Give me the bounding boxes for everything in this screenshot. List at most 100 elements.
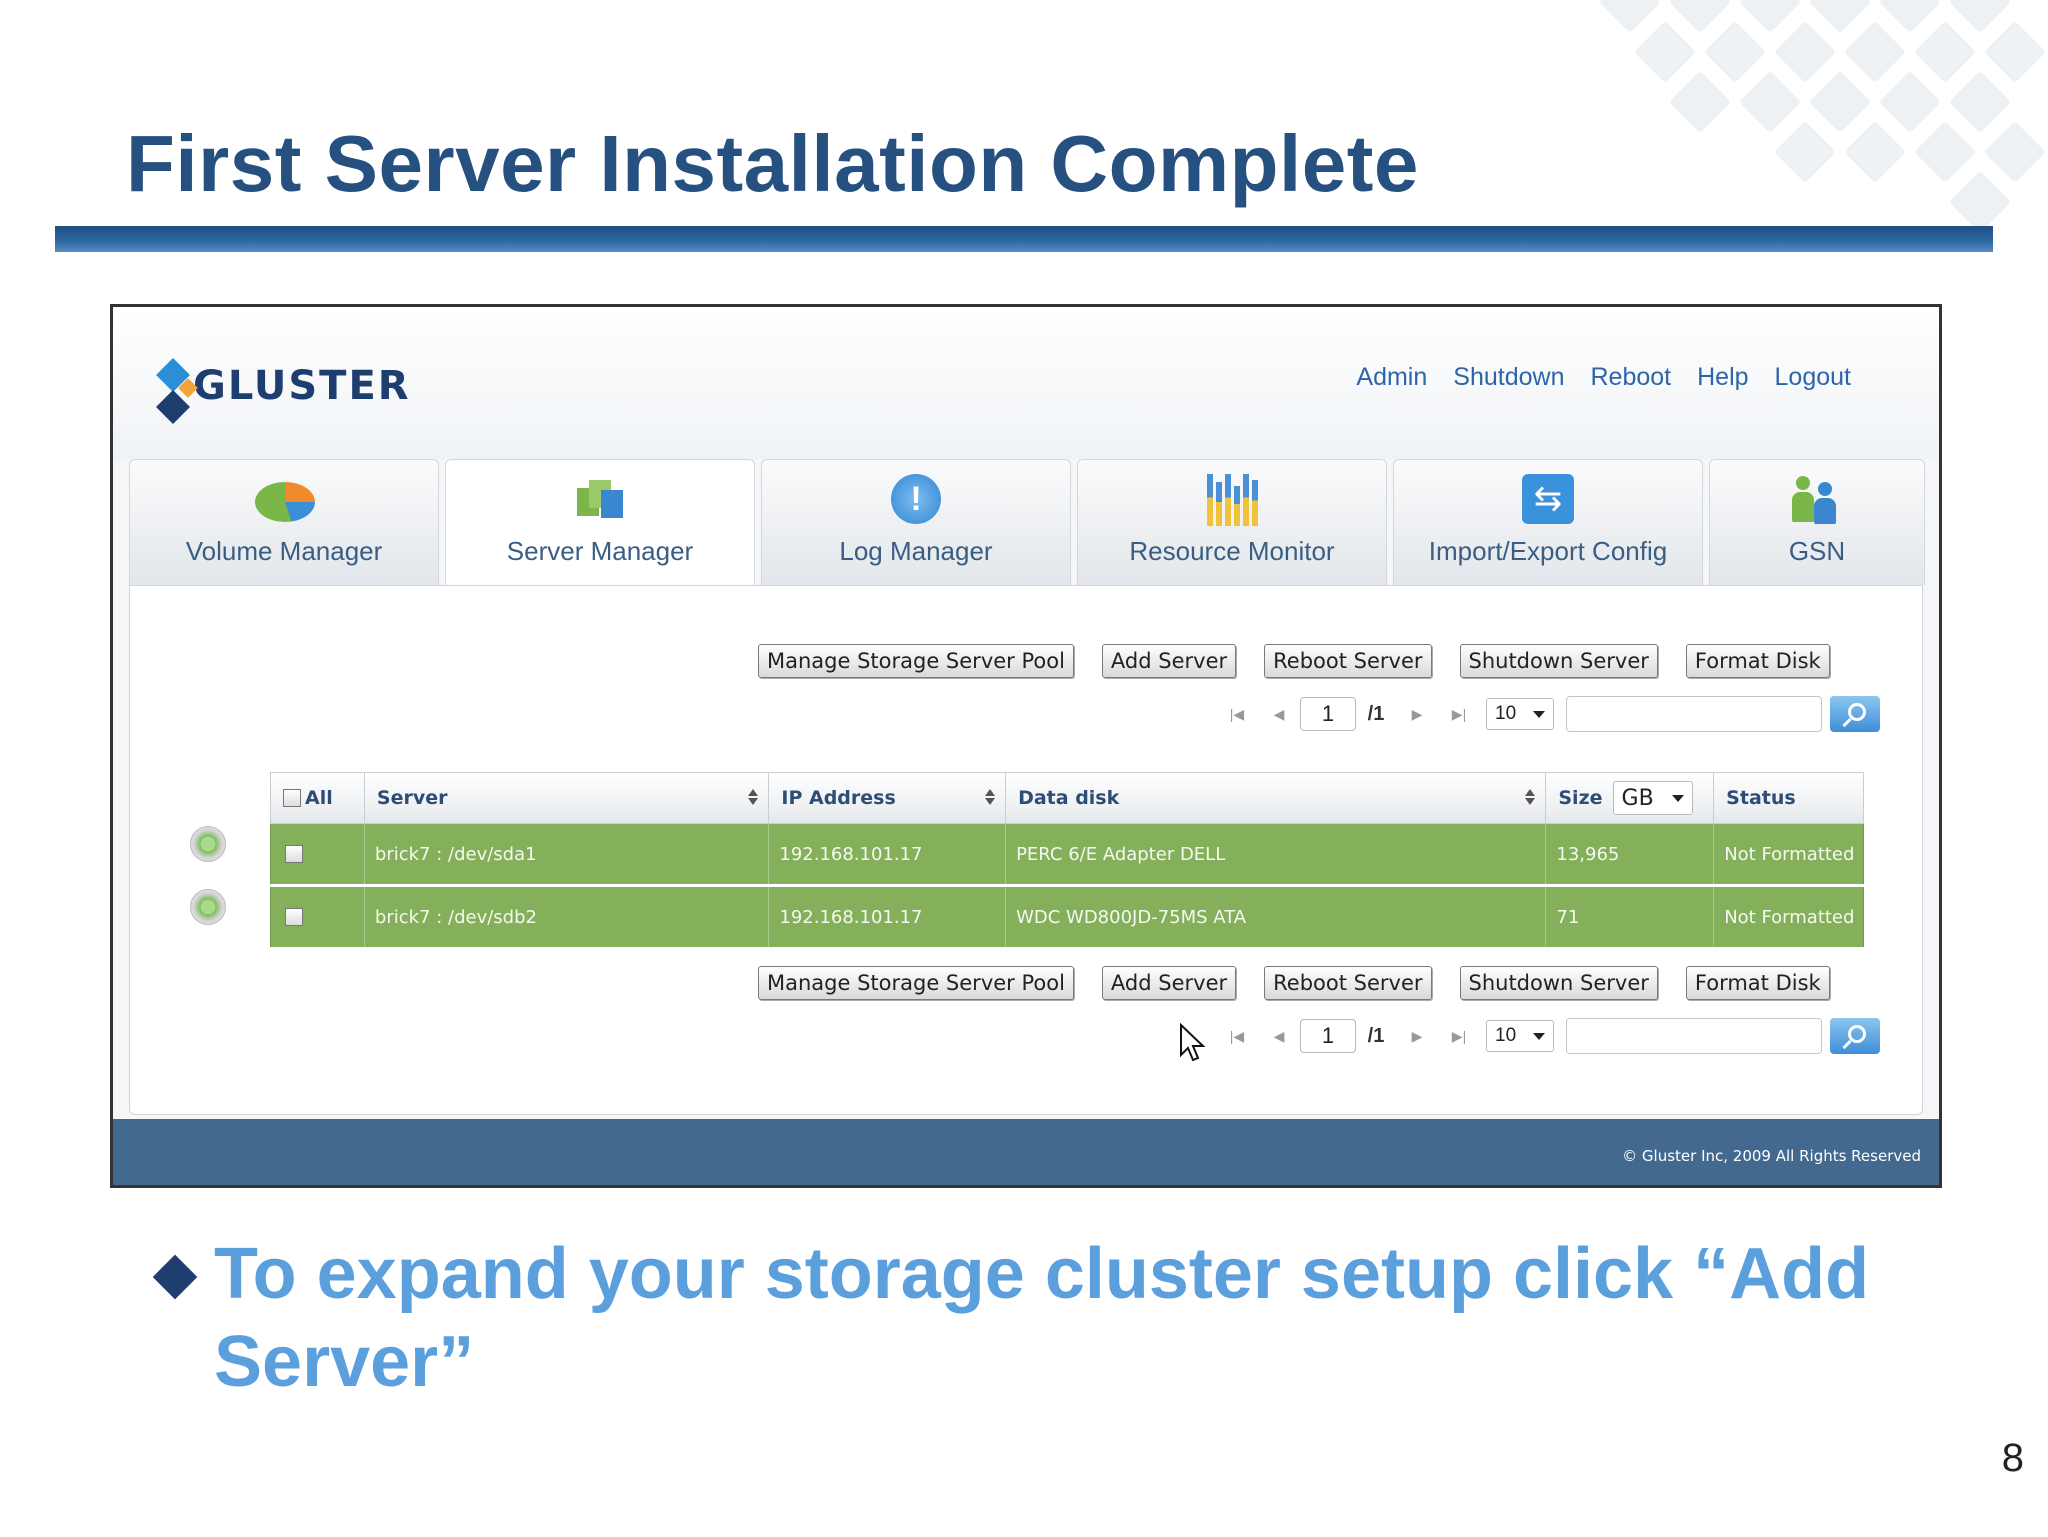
slide-title: First Server Installation Complete (126, 119, 1419, 208)
tab-import-export-config[interactable]: ⇆ Import/Export Config (1393, 459, 1703, 585)
app-footer: © Gluster Inc, 2009 All Rights Reserved (113, 1119, 1939, 1185)
disk-cell: WDC WD800JD-75MS ATA (1006, 887, 1547, 947)
sort-icon (1525, 789, 1536, 805)
disk-cell: PERC 6/E Adapter DELL (1006, 824, 1547, 884)
first-page-icon[interactable]: |◀ (1216, 1028, 1258, 1045)
manage-storage-server-pool-button[interactable]: Manage Storage Server Pool (758, 644, 1074, 678)
page-total: /1 (1367, 702, 1385, 725)
prev-page-icon[interactable]: ◀ (1258, 1028, 1300, 1045)
last-page-icon[interactable]: ▶| (1438, 1028, 1480, 1045)
search-button[interactable] (1830, 696, 1880, 732)
tab-volume-manager[interactable]: Volume Manager (129, 459, 439, 585)
tab-label: Volume Manager (185, 536, 383, 566)
app-header: GLUSTER Admin Shutdown Reboot Help Logou… (113, 307, 1939, 459)
add-server-button[interactable]: Add Server (1101, 966, 1237, 1000)
ip-cell: 192.168.101.17 (769, 887, 1007, 947)
column-status[interactable]: Status (1714, 773, 1863, 823)
gluster-logo[interactable]: GLUSTER (156, 358, 411, 424)
logout-link[interactable]: Logout (1775, 363, 1851, 392)
column-label: IP Address (781, 787, 896, 809)
sort-icon (748, 789, 759, 805)
per-page-value: 10 (1495, 1025, 1517, 1046)
tab-label: Server Manager (506, 536, 694, 566)
ip-cell: 192.168.101.17 (769, 824, 1007, 884)
select-all-header[interactable]: All (271, 773, 365, 823)
per-page-select[interactable]: 10 (1486, 1020, 1554, 1052)
prev-page-icon[interactable]: ◀ (1258, 706, 1300, 723)
format-disk-button[interactable]: Format Disk (1685, 644, 1830, 678)
select-all-label: All (305, 787, 333, 809)
column-ip-address[interactable]: IP Address (769, 773, 1007, 823)
per-page-select[interactable]: 10 (1486, 698, 1554, 730)
column-data-disk[interactable]: Data disk (1006, 773, 1547, 823)
search-button[interactable] (1830, 1018, 1880, 1054)
shutdown-server-button[interactable]: Shutdown Server (1459, 966, 1658, 1000)
app-screenshot: GLUSTER Admin Shutdown Reboot Help Logou… (110, 304, 1942, 1188)
admin-link[interactable]: Admin (1356, 363, 1427, 392)
column-server[interactable]: Server (365, 773, 770, 823)
next-page-icon[interactable]: ▶ (1396, 706, 1438, 723)
first-page-icon[interactable]: |◀ (1216, 706, 1258, 723)
search-icon (1848, 1025, 1866, 1043)
column-label: Status (1726, 787, 1796, 809)
server-disk-table: All Server IP Address Data disk Size GB … (270, 772, 1864, 950)
column-size[interactable]: Size GB (1546, 773, 1715, 823)
bar-chart-icon (1203, 474, 1261, 526)
gluster-logo-icon (156, 358, 198, 424)
sort-icon (985, 789, 996, 805)
page-number-input[interactable]: 1 (1300, 697, 1356, 731)
title-divider (55, 226, 1993, 252)
table-header: All Server IP Address Data disk Size GB … (270, 772, 1864, 824)
tab-label: Log Manager (839, 536, 993, 566)
reboot-server-button[interactable]: Reboot Server (1264, 644, 1432, 678)
manage-storage-server-pool-button[interactable]: Manage Storage Server Pool (758, 966, 1074, 1000)
format-disk-button[interactable]: Format Disk (1685, 966, 1830, 1000)
diamond-bullet-icon (152, 1254, 198, 1300)
column-label: Size (1558, 787, 1603, 809)
bottom-pager: |◀ ◀ 1 /1 ▶ ▶| 10 (1216, 1018, 1880, 1054)
bullet-text: To expand your storage cluster setup cli… (214, 1234, 1870, 1402)
search-input[interactable] (1566, 1018, 1822, 1054)
server-cell: brick7 : /dev/sda1 (365, 824, 770, 884)
select-all-checkbox[interactable] (283, 789, 301, 807)
tab-server-manager[interactable]: Server Manager (445, 459, 755, 585)
search-icon (1848, 703, 1866, 721)
server-manager-panel: Manage Storage Server Pool Add Server Re… (129, 585, 1923, 1115)
size-unit-select[interactable]: GB (1612, 781, 1693, 815)
decorative-corner-pattern (1588, 0, 2048, 230)
tab-label: Import/Export Config (1428, 536, 1668, 566)
help-link[interactable]: Help (1697, 363, 1748, 392)
tab-gsn[interactable]: GSN (1709, 459, 1925, 585)
size-unit-value: GB (1621, 785, 1654, 811)
reboot-link[interactable]: Reboot (1590, 363, 1671, 392)
per-page-value: 10 (1495, 703, 1517, 724)
add-server-button[interactable]: Add Server (1101, 644, 1237, 678)
page-total: /1 (1367, 1024, 1385, 1047)
alert-icon: ! (887, 474, 945, 524)
row-checkbox[interactable] (285, 845, 303, 863)
shutdown-server-button[interactable]: Shutdown Server (1459, 644, 1658, 678)
tab-label: GSN (1788, 536, 1846, 566)
server-cell: brick7 : /dev/sdb2 (365, 887, 770, 947)
users-icon (1788, 474, 1846, 524)
status-cell: Not Formatted (1724, 906, 1855, 928)
column-label: Server (376, 787, 448, 809)
tab-label: Resource Monitor (1129, 536, 1335, 566)
main-tabs: Volume Manager Server Manager ! Log Mana… (129, 459, 1925, 585)
server-boxes-icon (571, 474, 629, 524)
top-pager: |◀ ◀ 1 /1 ▶ ▶| 10 (1216, 696, 1880, 732)
copyright-text: © Gluster Inc, 2009 All Rights Reserved (1622, 1147, 1921, 1165)
chevron-down-icon (1533, 1032, 1545, 1040)
next-page-icon[interactable]: ▶ (1396, 1028, 1438, 1045)
search-input[interactable] (1566, 696, 1822, 732)
last-page-icon[interactable]: ▶| (1438, 706, 1480, 723)
table-row[interactable]: brick7 : /dev/sdb2 192.168.101.17 WDC WD… (270, 887, 1864, 947)
page-number: 8 (2001, 1436, 2024, 1480)
reboot-server-button[interactable]: Reboot Server (1264, 966, 1432, 1000)
page-number-input[interactable]: 1 (1300, 1019, 1356, 1053)
tab-resource-monitor[interactable]: Resource Monitor (1077, 459, 1387, 585)
row-checkbox[interactable] (285, 908, 303, 926)
table-row[interactable]: brick7 : /dev/sda1 192.168.101.17 PERC 6… (270, 824, 1864, 884)
tab-log-manager[interactable]: ! Log Manager (761, 459, 1071, 585)
shutdown-link[interactable]: Shutdown (1453, 363, 1564, 392)
